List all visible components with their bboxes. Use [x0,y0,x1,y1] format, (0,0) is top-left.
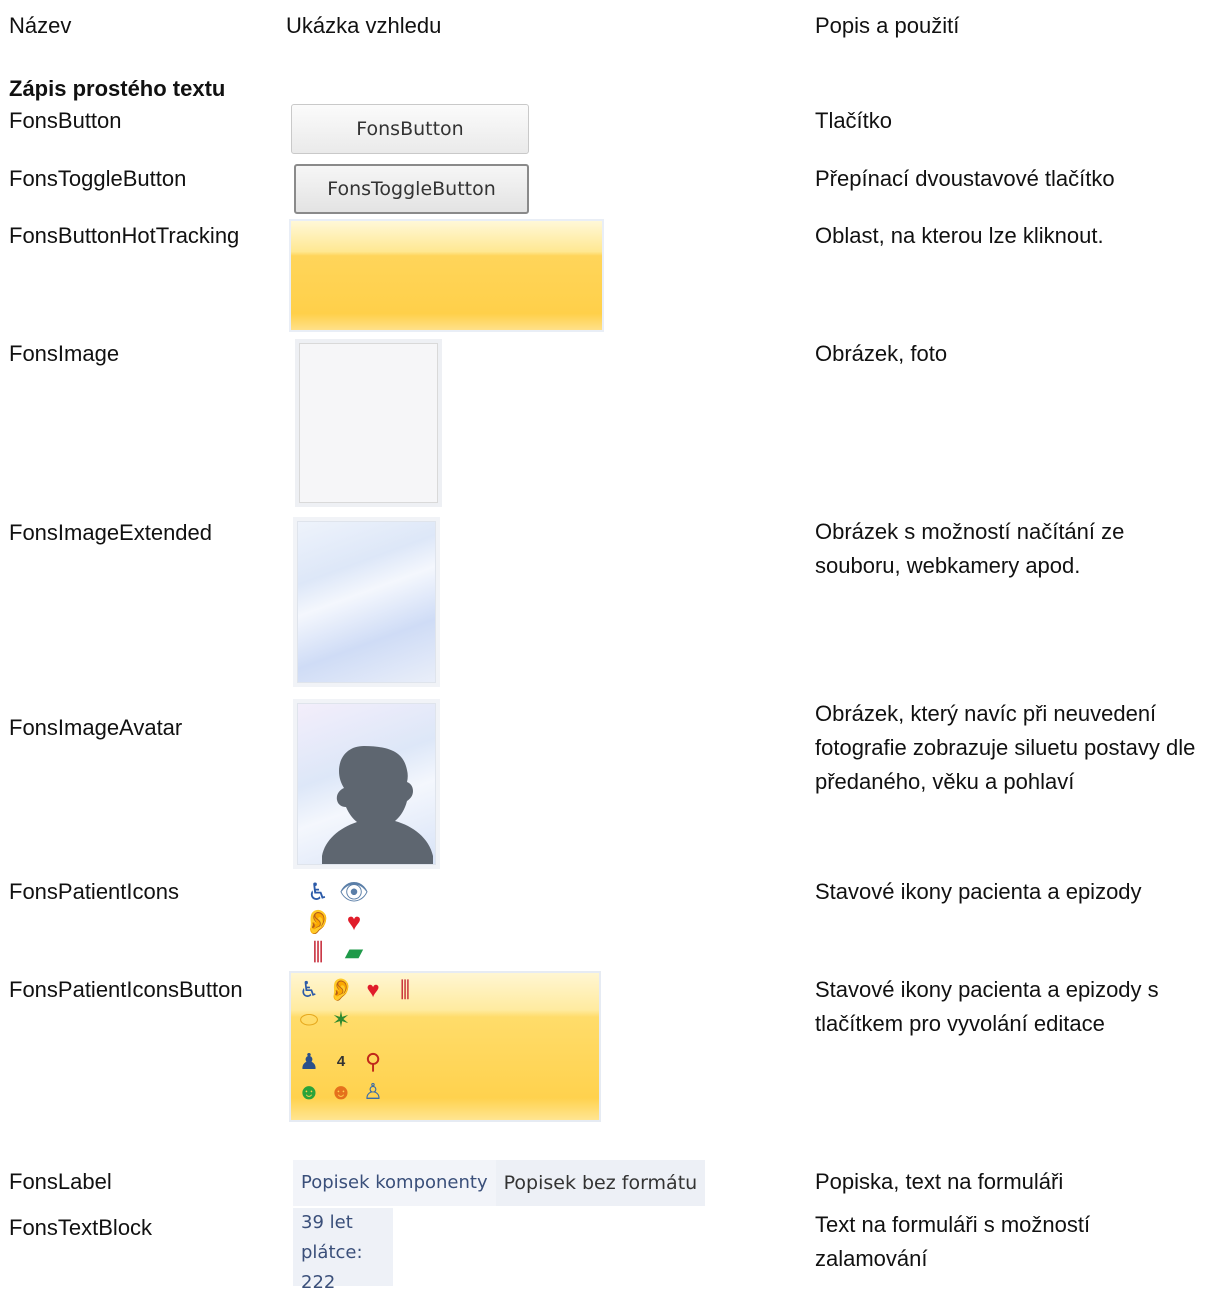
wheelchair-icon: ♿ [307,879,329,906]
avatar-image [297,703,436,865]
ear-icon: 👂 [327,977,355,1002]
header-name: Název [9,13,72,38]
ear-icon: 👂 [303,909,333,936]
row-name: FonsLabel [9,1169,112,1194]
fons-button-sample[interactable]: FonsButton [291,104,529,154]
label-samples: Popisek komponenty Popisek bez formátu [293,1160,706,1206]
row-name: FonsButton [9,108,122,133]
heart-icon: ♥ [366,977,380,1002]
heart-icon: ♥ [346,909,362,936]
row-description: Text na formuláři s možností zalamování [815,1212,1091,1271]
person-icon: ♟ [299,1049,319,1074]
smile-green-icon: ☻ [297,1079,321,1104]
row-description: Obrázek, který navíc při neuvedení fotog… [815,701,1196,794]
banknote-icon: ▰ [344,939,364,966]
eye-icon: 👁 [338,879,370,906]
row-name: FonsTextBlock [9,1215,153,1240]
hot-tracking-area[interactable] [289,219,604,332]
row-description: Stavové ikony pacienta a epizody [815,879,1142,904]
patient-icons: ♿ 👁 👂 ♥ ⫼ ▰ [300,878,372,968]
row-name: FonsImageExtended [9,520,213,545]
row-description: Tlačítko [815,108,893,133]
row-description: Obrázek s možností načítání ze souboru, … [815,519,1125,578]
row-description: Oblast, na kterou lze kliknout. [815,223,1104,248]
image-placeholder [299,343,438,503]
image-extended-placeholder[interactable] [297,521,436,683]
row-description: Přepínací dvoustavové tlačítko [815,166,1115,191]
row-description: Popiska, text na formuláři [815,1169,1064,1194]
row-name: FonsImage [9,341,120,366]
wheelchair-icon: ♿ [299,977,319,1002]
text-block-sample: 39 let plátce: 222 [293,1208,393,1293]
row-name: FonsToggleButton [9,166,187,191]
pills-icon: ⬭ [299,1007,319,1032]
header-preview: Ukázka vzhledu [286,13,442,38]
number-badge-icon: 4 [336,1053,346,1070]
section-title: Zápis prostého textu [9,76,226,101]
fons-toggle-button-sample[interactable]: FonsToggleButton [294,164,529,214]
leaf-icon: ✶ [331,1007,351,1032]
text-block-line: plátce: 222 [301,1242,363,1293]
row-description: Obrázek, foto [815,341,948,366]
fire-extinguisher-icon: ⚲ [364,1049,382,1074]
text-block-line: 39 let [301,1212,353,1233]
row-name: FonsPatientIcons [9,879,179,904]
row-name: FonsImageAvatar [9,715,183,740]
person-small-icon: ♙ [363,1079,383,1104]
header-description: Popis a použití [815,13,960,38]
smile-orange-icon: ☻ [329,1079,353,1104]
patient-icons-button[interactable]: ♿ 👂 ♥ ⫼ ⬭ ✶ ♟ 4 ⚲ ☻ ☻ ♙ [289,971,601,1122]
label-formatted: Popisek komponenty [293,1160,496,1206]
person-silhouette-icon [322,746,433,864]
row-name: FonsPatientIconsButton [9,977,243,1002]
row-description: Stavové ikony pacienta a epizody s tlačí… [815,977,1159,1036]
row-name: FonsButtonHotTracking [9,223,240,248]
label-plain: Popisek bez formátu [495,1160,706,1206]
test-tubes-icon: ⫼ [312,939,324,966]
test-tubes-icon: ⫼ [399,977,411,1002]
